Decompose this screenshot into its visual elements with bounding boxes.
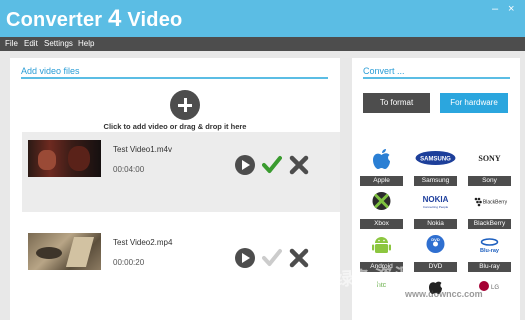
svg-text:Connecting People: Connecting People (423, 205, 449, 209)
brand-label-nokia: Nokia (414, 219, 457, 229)
svg-text:Blu-ray: Blu-ray (480, 248, 500, 254)
section-title-convert: Convert ... (363, 66, 405, 76)
confirm-check-icon[interactable] (262, 248, 282, 268)
svg-text:NOKIA: NOKIA (423, 195, 449, 204)
device-apple[interactable]: Apple (360, 147, 403, 191)
blackberry-logo-icon: BlackBerry (474, 197, 508, 207)
device-dvd[interactable]: DVD DVD (414, 233, 457, 277)
device-bluray[interactable]: Blu-ray Blu-ray (468, 233, 511, 277)
menu-file[interactable]: File (5, 38, 18, 50)
sony-logo-icon: SONY (478, 154, 500, 163)
section-title-add-video: Add video files (21, 66, 80, 76)
brand-label-bluray: Blu-ray (468, 262, 511, 272)
video-thumbnail (28, 233, 101, 270)
title-bar: Converter 4 Video – × (0, 0, 525, 37)
svg-text:BlackBerry: BlackBerry (483, 200, 508, 206)
section-divider (363, 77, 510, 79)
add-video-button[interactable] (170, 90, 200, 120)
samsung-logo-icon: SAMSUNG (415, 151, 456, 165)
video-file-name: Test Video1.m4v (113, 145, 172, 154)
menu-bar: File Edit Settings Help (0, 37, 525, 51)
apple-icon (373, 149, 390, 169)
svg-text:SAMSUNG: SAMSUNG (420, 157, 451, 163)
video-row-2[interactable]: Test Video2.mp4 00:00:20 (22, 225, 340, 305)
video-duration: 00:04:00 (113, 165, 145, 174)
svg-text:LG: LG (491, 285, 499, 291)
video-file-name: Test Video2.mp4 (113, 238, 173, 247)
device-nokia[interactable]: NOKIA Connecting People Nokia (414, 190, 457, 234)
video-thumbnail (28, 140, 101, 177)
play-icon[interactable] (235, 248, 255, 268)
for-hardware-button[interactable]: For hardware (440, 93, 508, 113)
watermark-site: www.downcc.com (405, 289, 483, 299)
brand-label-blackberry: BlackBerry (468, 219, 511, 229)
nokia-logo-icon: NOKIA Connecting People (423, 195, 449, 209)
dvd-disc-icon: DVD (426, 235, 445, 253)
menu-settings[interactable]: Settings (44, 38, 73, 50)
play-icon[interactable] (235, 155, 255, 175)
brand-label-xbox: Xbox (360, 219, 403, 229)
video-row-1[interactable]: Test Video1.m4v 00:04:00 (22, 132, 340, 212)
to-format-button[interactable]: To format (363, 93, 430, 113)
app-title: Converter 4 Video (6, 5, 183, 32)
device-blackberry[interactable]: BlackBerry BlackBerry (468, 190, 511, 234)
brand-label-dvd: DVD (414, 262, 457, 272)
device-sony[interactable]: SONY Sony (468, 147, 511, 191)
svg-text:SONY: SONY (478, 154, 500, 163)
device-samsung[interactable]: SAMSUNG Samsung (414, 147, 457, 191)
watermark: 绿色资源 (334, 264, 416, 290)
add-video-hint[interactable]: Click to add video or drag & drop it her… (10, 122, 340, 131)
add-video-panel: Add video files Click to add video or dr… (10, 58, 340, 320)
minimize-button[interactable]: – (492, 3, 498, 15)
device-xbox[interactable]: Xbox (360, 190, 403, 234)
remove-x-icon[interactable] (289, 248, 309, 268)
brand-label-samsung: Samsung (414, 176, 457, 186)
brand-label-sony: Sony (468, 176, 511, 186)
android-icon (372, 237, 391, 253)
menu-help[interactable]: Help (78, 38, 94, 50)
svg-text:DVD: DVD (431, 237, 440, 242)
remove-x-icon[interactable] (289, 155, 309, 175)
section-divider (21, 77, 328, 79)
close-window-button[interactable]: × (508, 3, 514, 15)
video-duration: 00:00:20 (113, 258, 145, 267)
bluray-logo-icon: Blu-ray (480, 238, 500, 254)
confirm-check-icon[interactable] (262, 155, 282, 175)
xbox-icon (372, 192, 391, 210)
menu-edit[interactable]: Edit (24, 38, 38, 50)
brand-label-apple: Apple (360, 176, 403, 186)
